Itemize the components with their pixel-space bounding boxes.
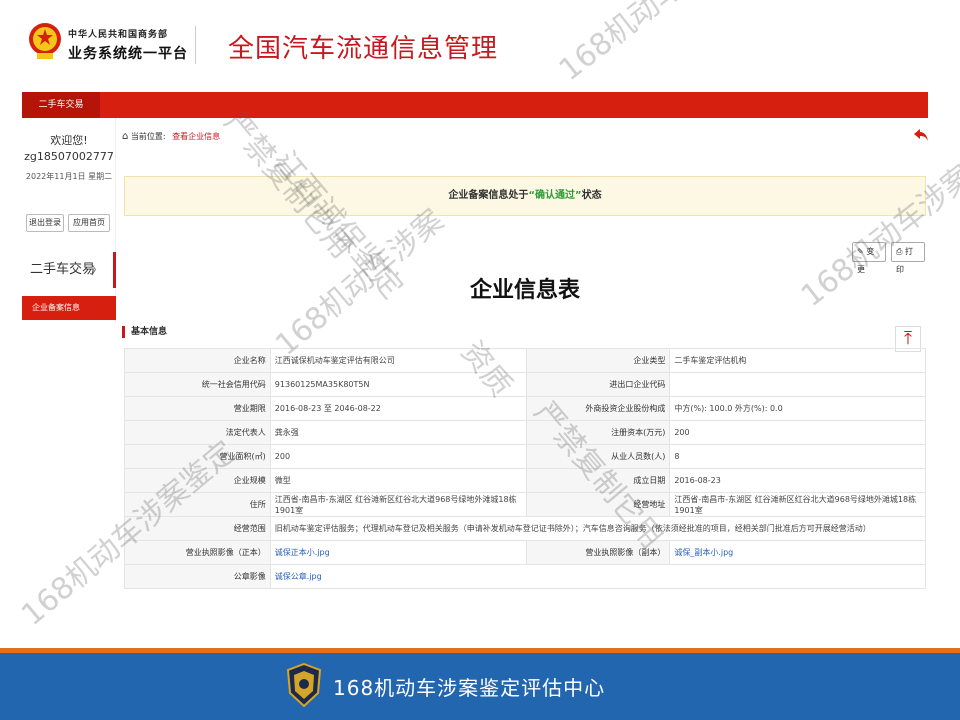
print-button[interactable]: ⎙ 打印 (891, 242, 925, 274)
welcome-text: 欢迎您! (50, 134, 88, 147)
field-value: 江西省-南昌市-东湖区 红谷滩新区红谷北大道968号绿地外滩城18栋1901室 (669, 492, 926, 517)
field-label: 营业期限 (124, 396, 271, 421)
field-label: 从业人员数(人) (525, 444, 671, 469)
field-value: 诚保_副本小.jpg (669, 540, 926, 565)
edit-icon: ✎ (857, 247, 864, 256)
field-label: 企业类型 (525, 348, 671, 373)
notice-prefix: 企业备案信息处于 (448, 190, 529, 201)
app-home-button[interactable]: 应用首页 (68, 214, 110, 232)
field-value: 中方(%): 100.0 外方(%): 0.0 (669, 396, 926, 421)
national-emblem-icon (29, 23, 61, 59)
top-nav-item-used-car[interactable]: 二手车交易 (22, 92, 100, 118)
form-title: 企业信息表 (469, 278, 580, 303)
field-value: 200 (269, 444, 527, 469)
field-label: 营业执照影像（副本） (525, 540, 671, 565)
org-name-line1: 中华人民共和国商务部 (68, 30, 169, 40)
breadcrumb-prefix: 当前位置: (130, 132, 166, 141)
logout-button[interactable]: 退出登录 (26, 214, 64, 232)
field-value: 2016-08-23 至 2046-08-22 (269, 396, 527, 421)
notice-status: “确认通过” (528, 190, 582, 201)
license-main-link[interactable]: 诚保正本小.jpg (275, 548, 330, 557)
field-label: 营业面积(㎡) (124, 444, 271, 469)
header-divider (195, 26, 196, 64)
field-value: 诚保公章.jpg (269, 564, 927, 589)
field-value: 江西省-南昌市-东湖区 红谷滩新区红谷北大道968号绿地外滩城18栋1901室 (269, 492, 527, 517)
field-label: 经营范围 (124, 516, 271, 541)
field-value: 二手车鉴定评估机构 (669, 348, 926, 373)
field-label: 进出口企业代码 (525, 372, 671, 397)
org-name-line2: 业务系统统一平台 (68, 46, 188, 62)
field-value: 91360125MA35K80T5N (269, 372, 527, 397)
field-label: 成立日期 (525, 468, 671, 493)
enterprise-info-table: 企业名称 江西诚保机动车鉴定评估有限公司 企业类型 二手车鉴定评估机构 统一社会… (124, 348, 927, 589)
table-row: 统一社会信用代码 91360125MA35K80T5N 进出口企业代码 (124, 372, 926, 397)
field-label: 法定代表人 (124, 420, 271, 445)
section-title: 基本信息 (122, 326, 167, 338)
table-row: 企业名称 江西诚保机动车鉴定评估有限公司 企业类型 二手车鉴定评估机构 (124, 348, 926, 373)
field-value: 龚永强 (269, 420, 527, 445)
field-label: 统一社会信用代码 (124, 372, 271, 397)
edit-button[interactable]: ✎ 变更 (852, 242, 886, 274)
field-value: 诚保正本小.jpg (269, 540, 527, 565)
field-label: 经营地址 (525, 492, 671, 517)
site-title: 全国汽车流通信息管理 (228, 34, 499, 64)
breadcrumb: ⌂ 当前位置: 查看企业信息 (122, 131, 220, 142)
police-badge-icon (286, 663, 322, 707)
field-value: 江西诚保机动车鉴定评估有限公司 (269, 348, 527, 373)
table-row: 法定代表人 龚永强 注册资本(万元) 200 (124, 420, 926, 445)
field-label: 注册资本(万元) (525, 420, 671, 445)
notice-suffix: 状态 (581, 190, 602, 201)
username: zg18507002777 (24, 150, 114, 163)
top-nav-bar: 二手车交易 (22, 92, 928, 118)
license-copy-link[interactable]: 诚保_副本小.jpg (674, 548, 733, 557)
status-notice: 企业备案信息处于“确认通过”状态 (124, 176, 926, 216)
field-value: 200 (669, 420, 926, 445)
current-date: 2022年11月1日 星期二 (25, 172, 113, 181)
field-label: 外商投资企业股份构成 (525, 396, 671, 421)
field-value-business-scope: 旧机动车鉴定评估服务；代理机动车登记及相关服务（申请补发机动车登记证书除外）；汽… (269, 516, 927, 541)
field-label: 企业规模 (124, 468, 271, 493)
field-value: 微型 (269, 468, 527, 493)
page-header: 中华人民共和国商务部 业务系统统一平台 全国汽车流通信息管理 (0, 0, 960, 90)
table-row: 营业期限 2016-08-23 至 2046-08-22 外商投资企业股份构成 … (124, 396, 926, 421)
table-row: 公章影像 诚保公章.jpg (124, 564, 927, 589)
table-row: 营业面积(㎡) 200 从业人员数(人) 8 (124, 444, 926, 469)
table-row: 营业执照影像（正本） 诚保正本小.jpg 营业执照影像（副本） 诚保_副本小.j… (124, 540, 926, 565)
field-label: 企业名称 (124, 348, 271, 373)
seal-image-link[interactable]: 诚保公章.jpg (275, 572, 322, 581)
back-arrow-icon[interactable] (913, 128, 929, 142)
field-value: 2016-08-23 (669, 468, 926, 493)
printer-icon: ⎙ (896, 247, 903, 256)
table-row: 经营范围 旧机动车鉴定评估服务；代理机动车登记及相关服务（申请补发机动车登记证书… (124, 516, 927, 541)
breadcrumb-current[interactable]: 查看企业信息 (172, 132, 220, 141)
home-icon: ⌂ (122, 131, 129, 142)
field-label: 住所 (124, 492, 271, 517)
table-row: 住所 江西省-南昌市-东湖区 红谷滩新区红谷北大道968号绿地外滩城18栋190… (124, 492, 926, 517)
field-value (669, 372, 926, 397)
field-value: 8 (669, 444, 926, 469)
footer-banner: 168机动车涉案鉴定评估中心 (0, 653, 960, 720)
footer-text: 168机动车涉案鉴定评估中心 (333, 676, 606, 700)
field-label: 营业执照影像（正本） (124, 540, 271, 565)
field-label: 公章影像 (124, 564, 271, 589)
table-row: 企业规模 微型 成立日期 2016-08-23 (124, 468, 926, 493)
